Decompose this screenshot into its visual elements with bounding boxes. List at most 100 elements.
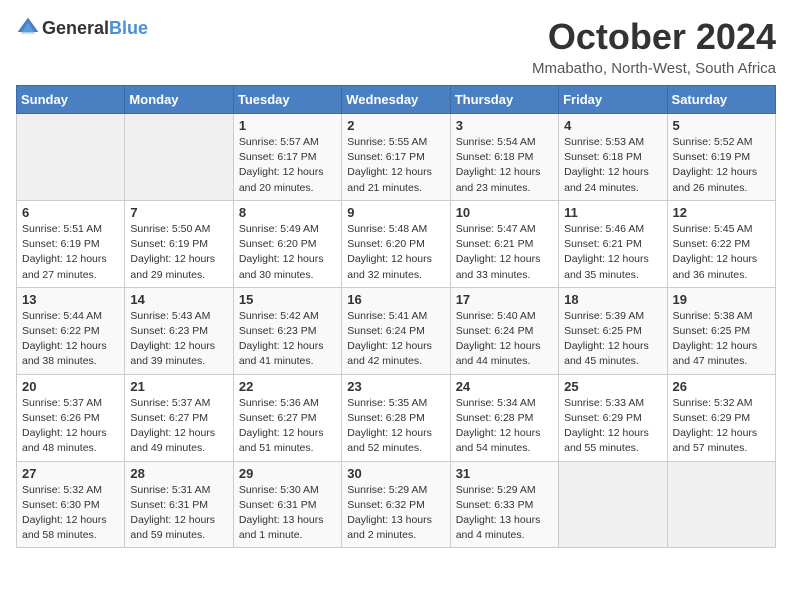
day-number: 26 (673, 379, 770, 394)
day-cell: 11 Sunrise: 5:46 AM Sunset: 6:21 PM Dayli… (559, 200, 667, 287)
day-info: Sunrise: 5:38 AM Sunset: 6:25 PM Dayligh… (673, 309, 770, 370)
day-info: Sunrise: 5:39 AM Sunset: 6:25 PM Dayligh… (564, 309, 661, 370)
day-info: Sunrise: 5:54 AM Sunset: 6:18 PM Dayligh… (456, 135, 553, 196)
logo-general: General (42, 18, 109, 38)
day-cell: 17Sunrise: 5:40 AM Sunset: 6:24 PM Dayli… (450, 287, 558, 374)
day-cell: 16 Sunrise: 5:41 AM Sunset: 6:24 PM Dayli… (342, 287, 450, 374)
day-cell: 3 Sunrise: 5:54 AM Sunset: 6:18 PM Daylig… (450, 114, 558, 201)
day-cell (559, 461, 667, 548)
day-info: Sunrise: 5:30 AM Sunset: 6:31 PM Dayligh… (239, 483, 336, 544)
day-header-tuesday: Tuesday (233, 86, 341, 114)
day-info: Sunrise: 5:32 AM Sunset: 6:29 PM Dayligh… (673, 396, 770, 457)
day-number: 29 (239, 466, 336, 481)
day-number: 3 (456, 118, 553, 133)
day-number: 12 (673, 205, 770, 220)
day-cell: 13 Sunrise: 5:44 AM Sunset: 6:22 PM Dayli… (17, 287, 125, 374)
day-cell: 5Sunrise: 5:52 AM Sunset: 6:19 PM Daylig… (667, 114, 775, 201)
day-info: Sunrise: 5:45 AM Sunset: 6:22 PM Dayligh… (673, 222, 770, 283)
header: GeneralBlue October 2024 Mmabatho, North… (16, 16, 776, 77)
day-info: Sunrise: 5:44 AM Sunset: 6:22 PM Dayligh… (22, 309, 119, 370)
day-cell: 28 Sunrise: 5:31 AM Sunset: 6:31 PM Dayli… (125, 461, 233, 548)
day-cell (667, 461, 775, 548)
day-number: 18 (564, 292, 661, 307)
day-number: 5 (673, 118, 770, 133)
day-info: Sunrise: 5:47 AM Sunset: 6:21 PM Dayligh… (456, 222, 553, 283)
day-header-thursday: Thursday (450, 86, 558, 114)
day-number: 9 (347, 205, 444, 220)
day-number: 6 (22, 205, 119, 220)
day-header-wednesday: Wednesday (342, 86, 450, 114)
day-number: 2 (347, 118, 444, 133)
day-cell: 23Sunrise: 5:35 AM Sunset: 6:28 PM Dayli… (342, 374, 450, 461)
day-info: Sunrise: 5:33 AM Sunset: 6:29 PM Dayligh… (564, 396, 661, 457)
day-info: Sunrise: 5:55 AM Sunset: 6:17 PM Dayligh… (347, 135, 444, 196)
day-number: 24 (456, 379, 553, 394)
day-cell (17, 114, 125, 201)
day-cell: 8Sunrise: 5:49 AM Sunset: 6:20 PM Daylig… (233, 200, 341, 287)
day-cell: 14 Sunrise: 5:43 AM Sunset: 6:23 PM Dayli… (125, 287, 233, 374)
days-header-row: SundayMondayTuesdayWednesdayThursdayFrid… (17, 86, 776, 114)
day-number: 22 (239, 379, 336, 394)
day-number: 25 (564, 379, 661, 394)
logo-blue: Blue (109, 18, 148, 38)
day-number: 4 (564, 118, 661, 133)
day-cell: 21Sunrise: 5:37 AM Sunset: 6:27 PM Dayli… (125, 374, 233, 461)
day-header-friday: Friday (559, 86, 667, 114)
week-row-3: 13 Sunrise: 5:44 AM Sunset: 6:22 PM Dayli… (17, 287, 776, 374)
day-number: 11 (564, 205, 661, 220)
day-cell: 1Sunrise: 5:57 AM Sunset: 6:17 PM Daylig… (233, 114, 341, 201)
day-cell: 19 Sunrise: 5:38 AM Sunset: 6:25 PM Dayli… (667, 287, 775, 374)
day-number: 30 (347, 466, 444, 481)
day-cell: 12 Sunrise: 5:45 AM Sunset: 6:22 PM Dayli… (667, 200, 775, 287)
day-cell: 29 Sunrise: 5:30 AM Sunset: 6:31 PM Dayli… (233, 461, 341, 548)
day-header-monday: Monday (125, 86, 233, 114)
day-info: Sunrise: 5:41 AM Sunset: 6:24 PM Dayligh… (347, 309, 444, 370)
title-area: October 2024 Mmabatho, North-West, South… (532, 16, 776, 77)
day-cell: 24 Sunrise: 5:34 AM Sunset: 6:28 PM Dayli… (450, 374, 558, 461)
week-row-2: 6 Sunrise: 5:51 AM Sunset: 6:19 PM Daylig… (17, 200, 776, 287)
day-number: 14 (130, 292, 227, 307)
day-number: 16 (347, 292, 444, 307)
day-cell: 6 Sunrise: 5:51 AM Sunset: 6:19 PM Daylig… (17, 200, 125, 287)
day-cell: 4 Sunrise: 5:53 AM Sunset: 6:18 PM Daylig… (559, 114, 667, 201)
day-info: Sunrise: 5:43 AM Sunset: 6:23 PM Dayligh… (130, 309, 227, 370)
day-number: 28 (130, 466, 227, 481)
day-number: 15 (239, 292, 336, 307)
day-number: 1 (239, 118, 336, 133)
day-number: 20 (22, 379, 119, 394)
day-cell: 26 Sunrise: 5:32 AM Sunset: 6:29 PM Dayli… (667, 374, 775, 461)
logo-icon (16, 16, 40, 40)
day-cell: 31Sunrise: 5:29 AM Sunset: 6:33 PM Dayli… (450, 461, 558, 548)
day-cell: 15Sunrise: 5:42 AM Sunset: 6:23 PM Dayli… (233, 287, 341, 374)
logo: GeneralBlue (16, 16, 148, 40)
day-number: 23 (347, 379, 444, 394)
day-info: Sunrise: 5:37 AM Sunset: 6:27 PM Dayligh… (130, 396, 227, 457)
day-cell: 18 Sunrise: 5:39 AM Sunset: 6:25 PM Dayli… (559, 287, 667, 374)
day-info: Sunrise: 5:34 AM Sunset: 6:28 PM Dayligh… (456, 396, 553, 457)
day-info: Sunrise: 5:50 AM Sunset: 6:19 PM Dayligh… (130, 222, 227, 283)
week-row-1: 1Sunrise: 5:57 AM Sunset: 6:17 PM Daylig… (17, 114, 776, 201)
day-header-sunday: Sunday (17, 86, 125, 114)
day-cell (125, 114, 233, 201)
day-number: 19 (673, 292, 770, 307)
day-cell: 20 Sunrise: 5:37 AM Sunset: 6:26 PM Dayli… (17, 374, 125, 461)
day-number: 13 (22, 292, 119, 307)
day-number: 7 (130, 205, 227, 220)
week-row-5: 27 Sunrise: 5:32 AM Sunset: 6:30 PM Dayli… (17, 461, 776, 548)
day-info: Sunrise: 5:29 AM Sunset: 6:33 PM Dayligh… (456, 483, 553, 544)
day-cell: 2 Sunrise: 5:55 AM Sunset: 6:17 PM Daylig… (342, 114, 450, 201)
day-info: Sunrise: 5:53 AM Sunset: 6:18 PM Dayligh… (564, 135, 661, 196)
day-info: Sunrise: 5:46 AM Sunset: 6:21 PM Dayligh… (564, 222, 661, 283)
day-number: 27 (22, 466, 119, 481)
day-info: Sunrise: 5:40 AM Sunset: 6:24 PM Dayligh… (456, 309, 553, 370)
day-cell: 27 Sunrise: 5:32 AM Sunset: 6:30 PM Dayli… (17, 461, 125, 548)
day-info: Sunrise: 5:51 AM Sunset: 6:19 PM Dayligh… (22, 222, 119, 283)
day-info: Sunrise: 5:37 AM Sunset: 6:26 PM Dayligh… (22, 396, 119, 457)
day-info: Sunrise: 5:32 AM Sunset: 6:30 PM Dayligh… (22, 483, 119, 544)
day-cell: 9Sunrise: 5:48 AM Sunset: 6:20 PM Daylig… (342, 200, 450, 287)
day-number: 8 (239, 205, 336, 220)
day-cell: 25 Sunrise: 5:33 AM Sunset: 6:29 PM Dayli… (559, 374, 667, 461)
day-info: Sunrise: 5:29 AM Sunset: 6:32 PM Dayligh… (347, 483, 444, 544)
day-info: Sunrise: 5:31 AM Sunset: 6:31 PM Dayligh… (130, 483, 227, 544)
calendar-table: SundayMondayTuesdayWednesdayThursdayFrid… (16, 85, 776, 548)
